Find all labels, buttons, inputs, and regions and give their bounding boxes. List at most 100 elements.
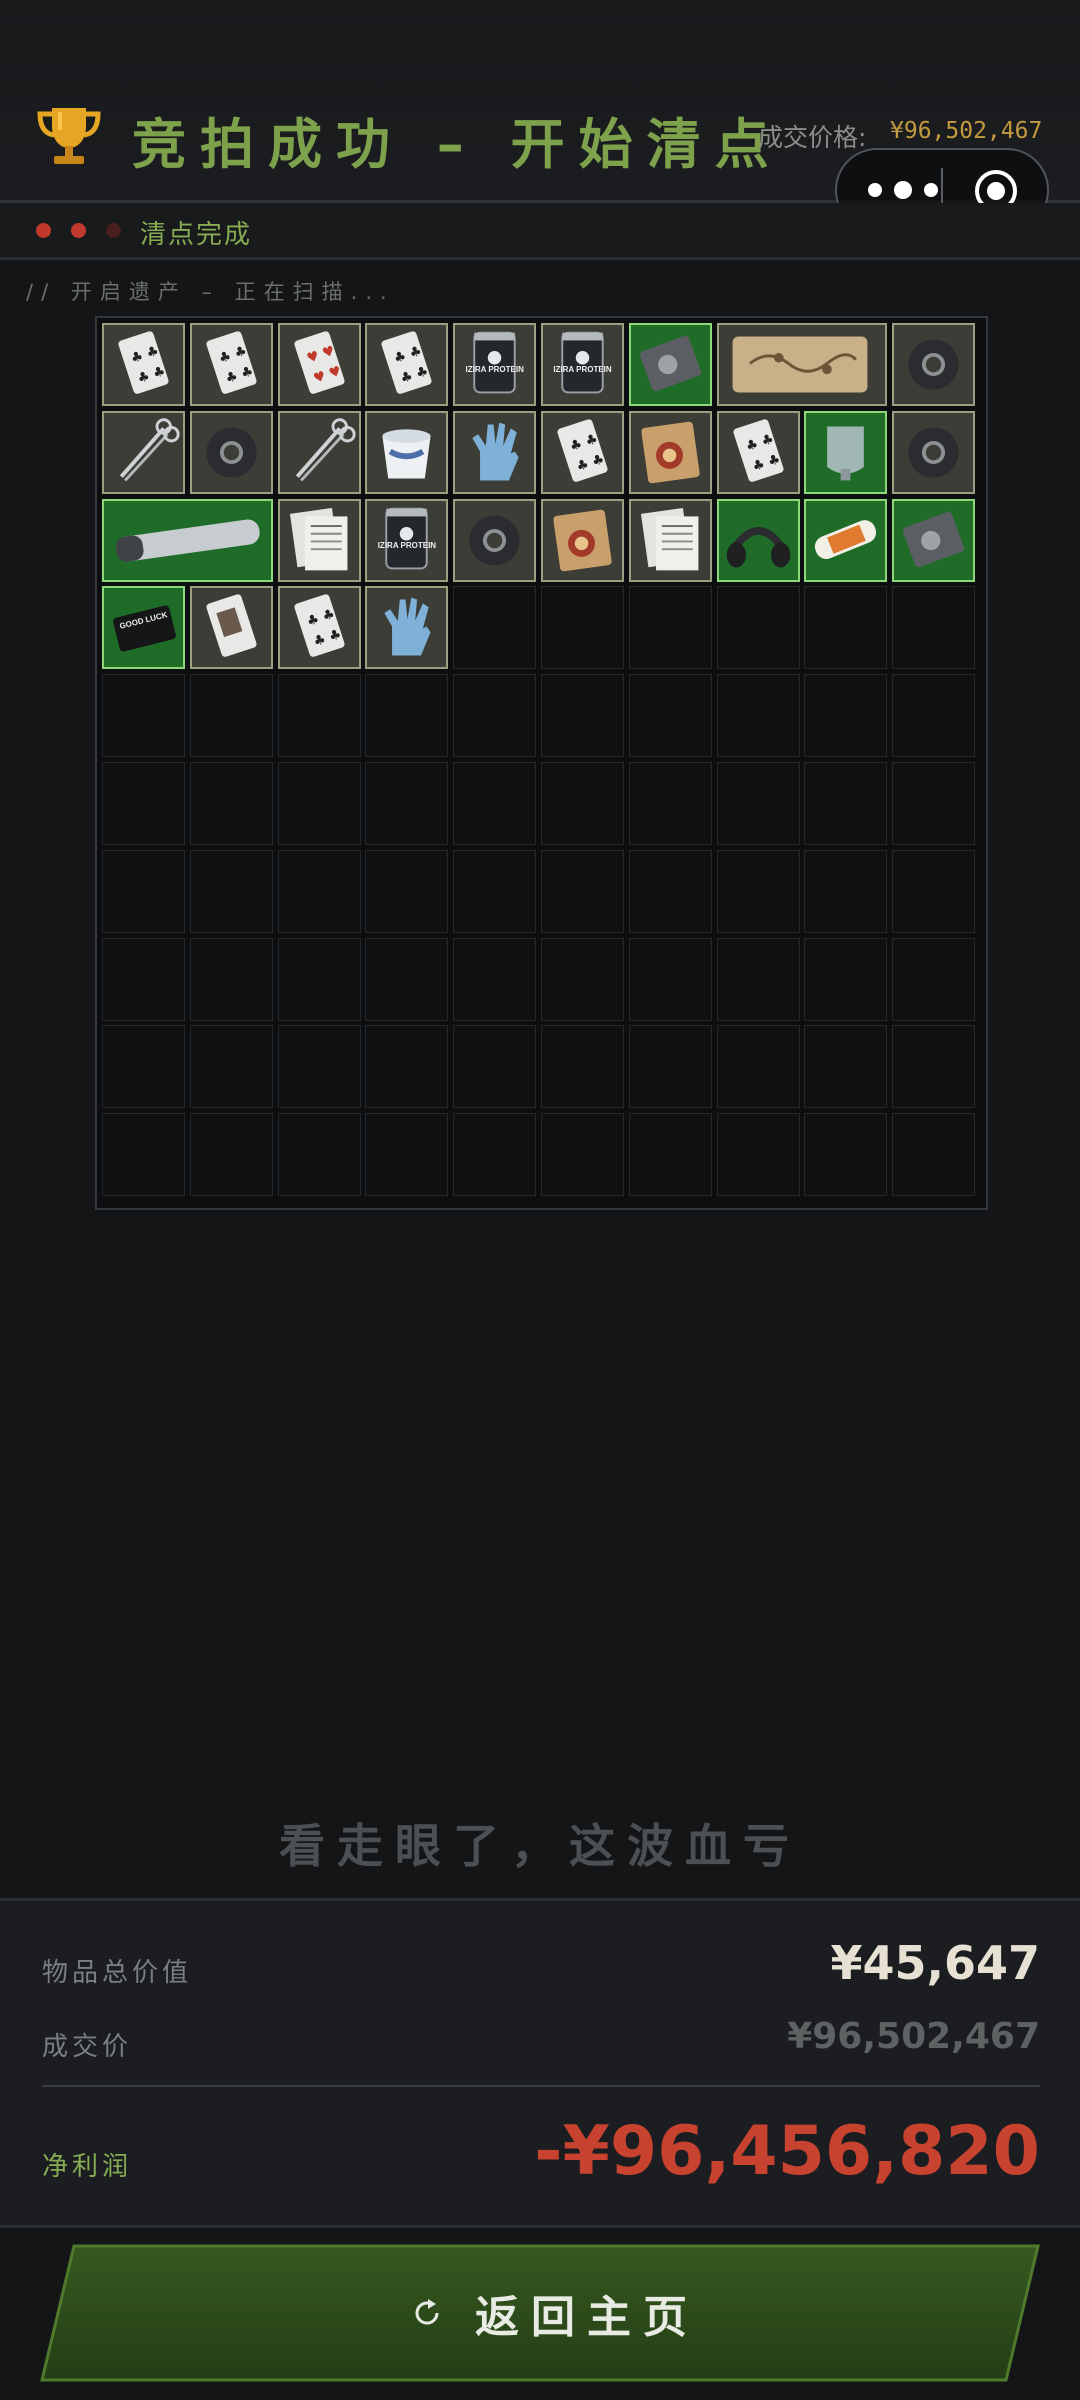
- inventory-slot: [541, 1113, 624, 1197]
- inventory-slot: [541, 762, 624, 845]
- inventory-slot: [804, 762, 888, 845]
- inventory-item-duct-tape[interactable]: [892, 323, 976, 406]
- inventory-item-protein-can[interactable]: IZIRA PROTEIN: [365, 498, 449, 582]
- inventory-slot: [716, 937, 800, 1021]
- inventory-item-medical-glove[interactable]: [365, 586, 449, 670]
- duct-tape-icon: [206, 427, 257, 478]
- inventory-slot: [628, 586, 712, 670]
- status-dot-2: [71, 223, 86, 238]
- inventory-item-playing-card-portrait[interactable]: [189, 586, 273, 670]
- more-options-icon[interactable]: [865, 178, 941, 202]
- inventory-item-protein-can[interactable]: IZIRA PROTEIN: [453, 323, 537, 406]
- duct-tape-icon: [469, 515, 520, 566]
- inventory-item-saline-bag[interactable]: [804, 410, 888, 494]
- inventory-item-playing-card-clubs[interactable]: ♣ ♣ ♣ ♣: [277, 586, 361, 670]
- inventory-item-military-headset[interactable]: [716, 498, 800, 582]
- inventory-item-instant-noodles[interactable]: [541, 498, 624, 582]
- status-text: 清点完成: [140, 220, 253, 250]
- refresh-icon: [415, 2299, 439, 2325]
- inventory-slot: [102, 674, 185, 758]
- inventory-slot: [892, 586, 976, 670]
- total-value: ¥45,647: [830, 1936, 1040, 1990]
- inventory-slot: [541, 674, 624, 758]
- inventory-slot: [277, 1025, 361, 1109]
- inventory-slot: [804, 586, 888, 670]
- saline-bag-icon: [827, 426, 865, 481]
- playing-card-clubs-icon: ♣ ♣♣ ♣: [557, 419, 608, 482]
- inventory-slot: [628, 674, 712, 758]
- inventory-item-playing-card-clubs[interactable]: ♣ ♣ ♣ ♣: [365, 323, 449, 406]
- inventory-item-newspaper[interactable]: [277, 498, 361, 582]
- return-home-label[interactable]: 返回主页: [475, 2281, 699, 2345]
- inventory-slot: [628, 849, 712, 933]
- inventory-item-playing-card-clubs[interactable]: ♣ ♣ ♣ ♣: [716, 410, 800, 494]
- inventory-slot: [453, 586, 537, 670]
- inventory-slot: [189, 1113, 273, 1197]
- inventory-slot: [365, 849, 449, 933]
- inventory-item-surgical-scissors[interactable]: [102, 410, 185, 494]
- inventory-slot: [453, 762, 537, 845]
- inventory-item-playing-card-clubs[interactable]: ♣ ♣ ♣ ♣: [102, 323, 185, 406]
- inventory-slot: [102, 1113, 185, 1197]
- inventory-item-duct-tape[interactable]: [453, 498, 537, 582]
- inventory-slot: [716, 674, 800, 758]
- inventory-item-protein-can[interactable]: IZIRA PROTEIN: [541, 323, 624, 406]
- inventory-item-newspaper[interactable]: [628, 498, 712, 582]
- inventory-slot: [365, 937, 449, 1021]
- inventory-slot: [189, 937, 273, 1021]
- inventory-slot: [804, 849, 888, 933]
- inventory-slot: [102, 1025, 185, 1109]
- inventory-item-playing-card-hearts[interactable]: ♥ ♥ ♥ ♥: [277, 323, 361, 406]
- inventory-slot: [189, 1025, 273, 1109]
- item-label: IZIRA PROTEIN: [553, 365, 612, 374]
- inventory-item-hard-drive[interactable]: [892, 498, 976, 582]
- inventory-item-surgical-scissors[interactable]: [277, 410, 361, 494]
- inventory-slot: [541, 849, 624, 933]
- inventory-slot: [804, 937, 888, 1021]
- inventory-item-cookie-roll[interactable]: [804, 498, 888, 582]
- inventory-slot: [716, 1113, 800, 1197]
- inventory-item-medical-glove[interactable]: [453, 410, 537, 494]
- inventory-slot: [453, 849, 537, 933]
- inventory-item-glass-tube[interactable]: [102, 498, 273, 582]
- duct-tape-icon: [908, 427, 959, 478]
- status-dot-1: [36, 223, 51, 238]
- inventory-slot: [804, 674, 888, 758]
- trophy-icon: [37, 108, 101, 164]
- surgical-scissors-icon: [295, 418, 356, 482]
- inventory-slot: [892, 1025, 976, 1109]
- medical-glove-icon: [472, 422, 519, 481]
- inventory-item-playing-card-clubs[interactable]: ♣ ♣ ♣ ♣: [189, 323, 273, 406]
- inventory-item-instant-noodles[interactable]: [628, 410, 712, 494]
- inventory-slot: [365, 762, 449, 845]
- inventory-item-hard-drive[interactable]: [628, 323, 712, 406]
- inventory-item-old-map[interactable]: [716, 323, 888, 406]
- playing-card-hearts-icon: ♥ ♥♥ ♥: [294, 331, 345, 394]
- playing-card-clubs-icon: ♣ ♣♣ ♣: [381, 331, 432, 394]
- net-profit-label: 净利润: [42, 2152, 133, 2182]
- instant-noodles-icon: [641, 421, 700, 484]
- inventory-item-duct-tape[interactable]: [189, 410, 273, 494]
- deal-price-value: ¥96,502,467: [890, 118, 1043, 144]
- scan-text: // 开启遗产 – 正在扫描...: [26, 280, 395, 304]
- inventory-slot: [628, 762, 712, 845]
- glass-tube-icon: [115, 519, 260, 562]
- yogurt-cup-icon: [382, 429, 431, 479]
- deal-price-row-label: 成交价: [42, 2032, 133, 2062]
- inventory-slot: [541, 586, 624, 670]
- inventory-item-yogurt-cup[interactable]: [365, 410, 449, 494]
- deal-price-label: 成交价格:: [758, 123, 867, 152]
- instant-noodles-icon: [553, 509, 612, 571]
- inventory-slot: [365, 1113, 449, 1197]
- item-label: IZIRA PROTEIN: [465, 365, 524, 374]
- inventory-slot: [541, 1025, 624, 1109]
- hard-drive-icon: [903, 511, 965, 567]
- inventory-slot: [277, 849, 361, 933]
- inventory-item-duct-tape[interactable]: [892, 410, 976, 494]
- inventory-slot: [716, 586, 800, 670]
- inventory-item-playing-card-clubs[interactable]: ♣ ♣ ♣ ♣: [541, 410, 624, 494]
- inventory-slot: [189, 674, 273, 758]
- inventory-slot: [277, 674, 361, 758]
- page-title: 竞拍成功 – 开始清点: [132, 113, 783, 176]
- inventory-item-good-luck-card[interactable]: GOOD LUCK: [102, 586, 185, 670]
